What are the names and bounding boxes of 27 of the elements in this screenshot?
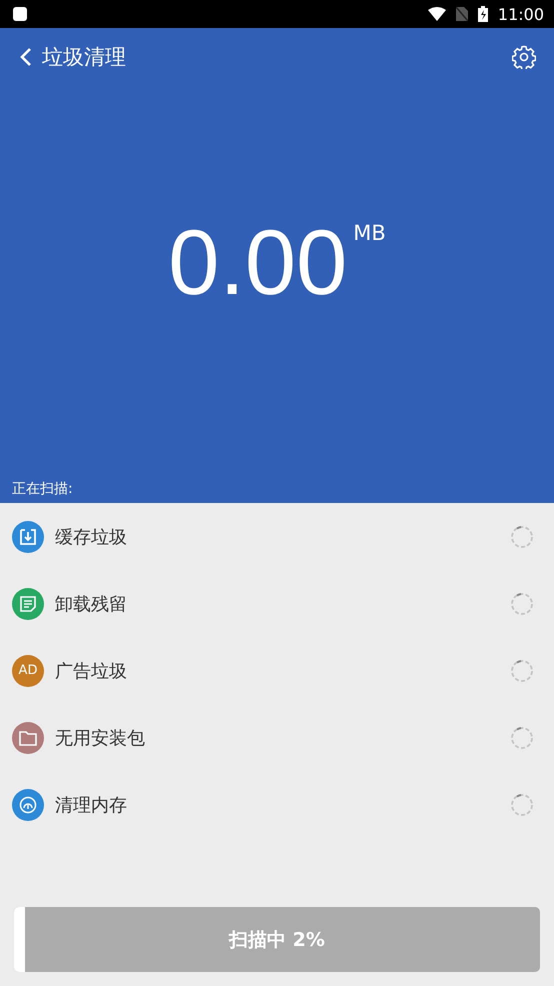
battery-charging-icon — [478, 6, 488, 22]
note-icon — [19, 594, 37, 612]
gauge-icon — [19, 796, 37, 814]
progress-label: 扫描中 2% — [229, 928, 325, 952]
loading-spinner-icon — [510, 792, 534, 816]
settings-icon[interactable] — [512, 45, 536, 69]
size-unit: MB — [353, 221, 386, 245]
loading-spinner-icon — [510, 658, 534, 682]
category-label: 清理内存 — [55, 794, 128, 816]
category-label: 卸载残留 — [55, 592, 128, 616]
clock-time: 11:00 — [498, 4, 544, 24]
category-label: 广告垃圾 — [55, 660, 128, 682]
category-label: 无用安装包 — [55, 726, 146, 750]
category-label: 缓存垃圾 — [55, 526, 128, 548]
ad-icon: AD — [12, 654, 44, 686]
download-icon — [19, 528, 37, 546]
loading-spinner-icon — [510, 726, 534, 750]
loading-spinner-icon — [510, 592, 534, 616]
junk-size-value: 0.00 — [168, 217, 348, 309]
no-sim-icon — [456, 7, 468, 21]
loading-spinner-icon — [510, 524, 534, 548]
notification-icon — [12, 6, 28, 22]
folder-icon — [19, 730, 37, 746]
back-icon[interactable] — [20, 47, 32, 67]
wifi-icon — [428, 7, 446, 21]
page-title: 垃圾清理 — [42, 44, 127, 71]
scanning-label: 正在扫描: — [12, 480, 74, 498]
